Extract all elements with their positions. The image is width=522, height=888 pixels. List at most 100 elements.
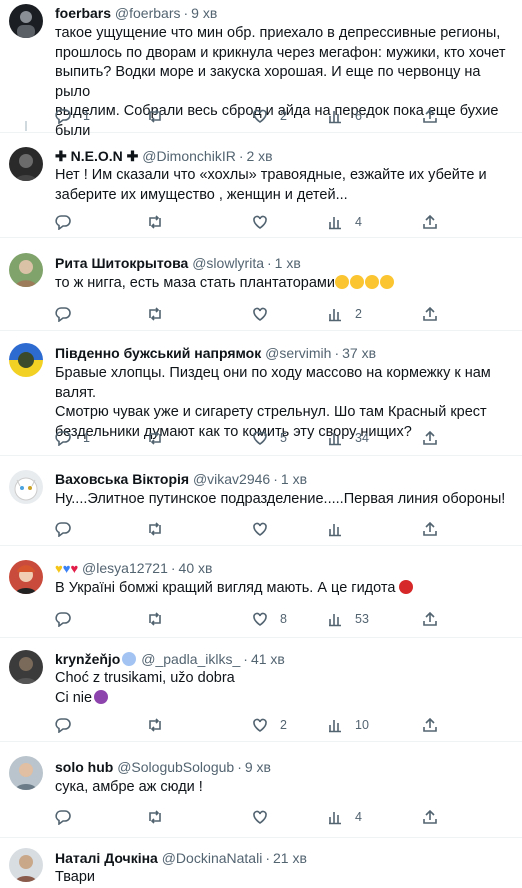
user-handle[interactable]: @DimonchikIR (142, 148, 236, 164)
display-name[interactable]: Рита Шитокрытова (55, 255, 188, 271)
timestamp[interactable]: 9 хв (245, 759, 271, 775)
tweet-text: Твари (55, 869, 95, 885)
display-name[interactable]: Наталі Дочкіна (55, 850, 158, 866)
like-button[interactable]: 2 (252, 107, 287, 125)
display-name[interactable]: Ваховська Вікторія (55, 471, 189, 487)
avatar[interactable] (9, 4, 43, 38)
avatar[interactable] (9, 470, 43, 504)
timestamp[interactable]: 21 хв (273, 850, 307, 866)
user-handle[interactable]: @DockinaNatali (162, 850, 263, 866)
timestamp[interactable]: 2 хв (247, 148, 273, 164)
bar-chart-icon (329, 433, 341, 446)
timestamp[interactable]: 40 хв (179, 560, 213, 576)
views-button[interactable]: 4 (327, 808, 362, 826)
share-icon (423, 214, 437, 229)
views-button[interactable]: 4 (327, 213, 362, 231)
share-icon (423, 521, 437, 536)
reply-button[interactable] (55, 716, 83, 734)
tweet[interactable]: Південно бужський напрямок @servimih · 37 … (0, 331, 522, 456)
avatar[interactable] (9, 756, 43, 790)
reply-button[interactable]: 1 (55, 429, 90, 447)
user-handle[interactable]: @slowlyrita (192, 255, 264, 271)
tweet-header: Наталі Дочкіна @DockinaNatali · 21 хв (55, 850, 307, 866)
reply-icon (55, 215, 71, 230)
user-handle[interactable]: @vikav2946 (193, 471, 270, 487)
retweet-button[interactable] (147, 610, 175, 628)
reply-button[interactable] (55, 610, 83, 628)
timestamp[interactable]: 37 хв (342, 345, 376, 361)
user-handle[interactable]: @SologubSologub (117, 759, 234, 775)
timestamp[interactable]: 9 хв (191, 5, 217, 21)
views-button[interactable] (327, 520, 355, 538)
heart-icon (253, 810, 267, 824)
heart-emoji-name[interactable]: ♥♥♥ (55, 561, 78, 576)
retweet-button[interactable] (147, 107, 175, 125)
tweet[interactable]: solo hub @SologubSologub · 9 хв сука, амбр… (0, 742, 522, 838)
user-handle[interactable]: @_padla_iklks_ (141, 651, 240, 667)
user-handle[interactable]: @lesya12721 (82, 560, 168, 576)
avatar[interactable] (9, 560, 43, 594)
avatar[interactable] (9, 253, 43, 287)
angry-face-emoji (399, 580, 414, 594)
reply-button[interactable] (55, 520, 83, 538)
like-button[interactable] (252, 305, 280, 323)
views-button[interactable]: 34 (327, 429, 369, 447)
avatar[interactable] (9, 650, 43, 684)
timestamp[interactable]: 1 хв (281, 471, 307, 487)
share-button[interactable] (422, 520, 438, 538)
share-icon (423, 430, 437, 445)
timestamp[interactable]: 41 хв (251, 651, 285, 667)
reply-button[interactable] (55, 808, 83, 826)
share-button[interactable] (422, 213, 438, 231)
retweet-button[interactable] (147, 305, 175, 323)
views-button[interactable]: 6 (327, 107, 362, 125)
tweet[interactable]: Наталі Дочкіна @DockinaNatali · 21 хв Твар… (0, 838, 522, 888)
retweet-icon (149, 109, 161, 123)
share-button[interactable] (422, 107, 438, 125)
reply-button[interactable] (55, 213, 83, 231)
retweet-button[interactable] (147, 429, 175, 447)
retweet-icon (149, 431, 161, 445)
like-button[interactable] (252, 520, 280, 538)
tweet-text: Нет ! Им сказали что «хохлы» травоядные,… (55, 167, 487, 203)
user-handle[interactable]: @servimih (265, 345, 331, 361)
bar-chart-icon (329, 614, 341, 627)
tweet[interactable]: ♥♥♥ @lesya12721 · 40 хв В Україні бомжі кр… (0, 546, 522, 638)
like-button[interactable]: 8 (252, 610, 287, 628)
views-button[interactable]: 2 (327, 305, 362, 323)
reply-button[interactable]: 1 (55, 107, 90, 125)
share-button[interactable] (422, 716, 438, 734)
like-button[interactable]: 5 (252, 429, 287, 447)
retweet-icon (149, 307, 161, 321)
tweet[interactable]: ✚ N.E.O.N ✚ @DimonchikIR · 2 хв Нет ! Им с… (0, 121, 522, 238)
tweet[interactable]: krynžeňjo @_padla_iklks_ · 41 хв Choć z tr… (0, 638, 522, 742)
share-icon (423, 809, 437, 824)
display-name[interactable]: krynžeňjo (55, 651, 120, 667)
tweet[interactable]: foerbars @foerbars · 9 хв такое ущущение ч… (0, 0, 522, 139)
display-name[interactable]: Південно бужський напрямок (55, 345, 261, 361)
like-button[interactable] (252, 808, 280, 826)
share-button[interactable] (422, 305, 438, 323)
retweet-button[interactable] (147, 716, 175, 734)
display-name[interactable]: ✚ N.E.O.N ✚ (55, 148, 138, 164)
share-button[interactable] (422, 610, 438, 628)
share-button[interactable] (422, 429, 438, 447)
like-button[interactable] (252, 213, 280, 231)
avatar[interactable] (9, 147, 43, 181)
timestamp[interactable]: 1 хв (275, 255, 301, 271)
views-button[interactable]: 53 (327, 610, 369, 628)
retweet-button[interactable] (147, 213, 175, 231)
user-handle[interactable]: @foerbars (115, 5, 181, 21)
avatar[interactable] (9, 343, 43, 377)
like-button[interactable]: 2 (252, 716, 287, 734)
display-name[interactable]: solo hub (55, 759, 113, 775)
retweet-button[interactable] (147, 808, 175, 826)
views-button[interactable]: 10 (327, 716, 369, 734)
reply-button[interactable] (55, 305, 83, 323)
retweet-button[interactable] (147, 520, 175, 538)
avatar[interactable] (9, 848, 43, 882)
tweet[interactable]: Ваховська Вікторія @vikav2946 · 1 хв Ну...… (0, 456, 522, 546)
display-name[interactable]: foerbars (55, 5, 111, 21)
share-button[interactable] (422, 808, 438, 826)
tweet[interactable]: Рита Шитокрытова @slowlyrita · 1 хв то ж н… (0, 239, 522, 331)
